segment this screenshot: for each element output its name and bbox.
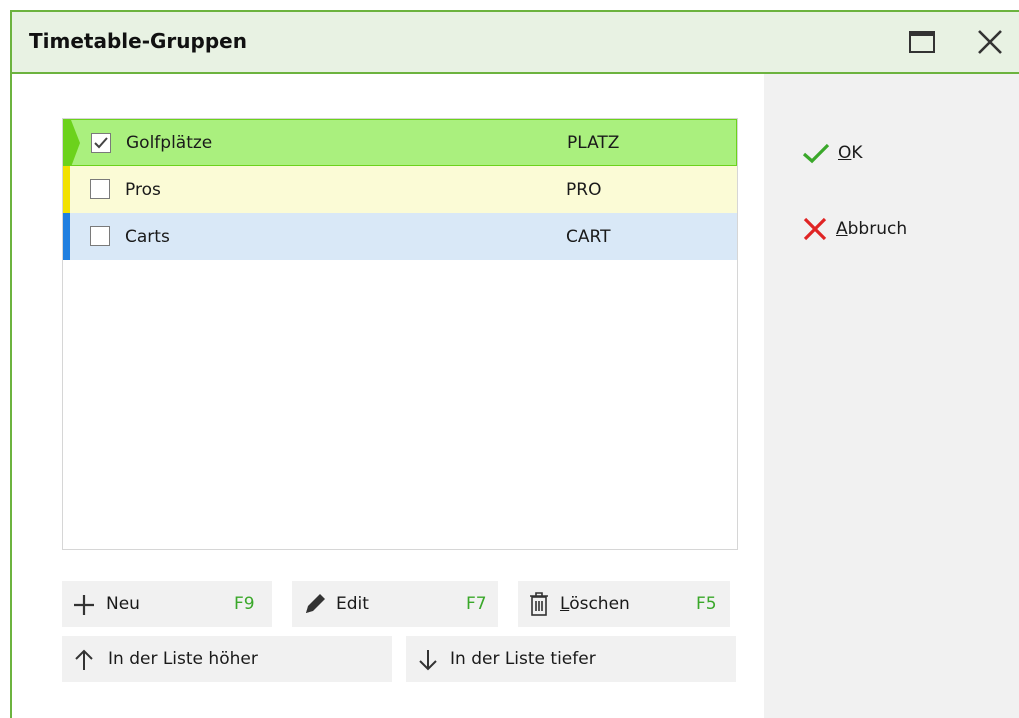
close-icon bbox=[978, 30, 1002, 54]
arrow-down-icon bbox=[419, 650, 437, 671]
ok-button-label: OK bbox=[838, 143, 863, 163]
color-marker bbox=[63, 213, 70, 260]
trash-icon bbox=[530, 592, 548, 616]
dialog-window: Timetable-Gruppen Golfplätze PLATZ Pros … bbox=[10, 10, 1019, 718]
move-up-button[interactable]: In der Liste höher bbox=[62, 636, 392, 682]
list-row-carts[interactable]: Carts CART bbox=[63, 213, 737, 260]
group-list[interactable]: Golfplätze PLATZ Pros PRO Carts CART bbox=[62, 118, 738, 550]
row-checkbox[interactable] bbox=[91, 133, 111, 153]
maximize-icon bbox=[909, 31, 935, 53]
row-name: Carts bbox=[125, 226, 170, 247]
ok-accel-letter: O bbox=[838, 143, 852, 163]
cancel-label-rest: bbruch bbox=[847, 219, 908, 239]
dialog-title: Timetable-Gruppen bbox=[29, 29, 247, 53]
row-code: PLATZ bbox=[567, 132, 620, 153]
cancel-accel-letter: A bbox=[836, 219, 848, 239]
list-row-golfplatze[interactable]: Golfplätze PLATZ bbox=[63, 119, 737, 167]
delete-button-label: Löschen bbox=[560, 594, 630, 614]
checkmark-icon bbox=[94, 137, 108, 149]
check-icon bbox=[802, 143, 830, 164]
arrow-up-icon bbox=[75, 649, 93, 670]
edit-button[interactable]: Edit F7 bbox=[292, 581, 498, 627]
edit-button-label: Edit bbox=[336, 594, 369, 614]
plus-icon bbox=[74, 595, 94, 615]
row-code: CART bbox=[566, 226, 611, 247]
close-button[interactable] bbox=[972, 24, 1008, 60]
row-checkbox[interactable] bbox=[90, 179, 110, 199]
color-marker bbox=[64, 120, 71, 165]
delete-accel-letter: L bbox=[560, 594, 570, 614]
pencil-icon bbox=[306, 594, 325, 613]
row-checkbox[interactable] bbox=[90, 226, 110, 246]
move-down-label: In der Liste tiefer bbox=[450, 649, 596, 669]
row-name: Golfplätze bbox=[126, 132, 213, 153]
selection-arrow-icon bbox=[71, 120, 80, 167]
row-code: PRO bbox=[566, 179, 602, 200]
side-panel: OK Abbruch bbox=[764, 74, 1019, 718]
ok-button[interactable]: OK bbox=[802, 138, 863, 168]
x-icon bbox=[803, 217, 827, 241]
new-button-label: Neu bbox=[106, 594, 140, 614]
cancel-button[interactable]: Abbruch bbox=[802, 214, 907, 244]
delete-button-shortcut: F5 bbox=[696, 594, 717, 614]
edit-button-shortcut: F7 bbox=[466, 594, 487, 614]
ok-label-rest: K bbox=[851, 143, 863, 163]
delete-button[interactable]: Löschen F5 bbox=[518, 581, 730, 627]
title-bar: Timetable-Gruppen bbox=[12, 12, 1019, 74]
color-marker bbox=[63, 166, 70, 213]
delete-label-rest: öschen bbox=[569, 594, 630, 614]
move-down-button[interactable]: In der Liste tiefer bbox=[406, 636, 736, 682]
row-name: Pros bbox=[125, 179, 161, 200]
list-row-pros[interactable]: Pros PRO bbox=[63, 166, 737, 213]
cancel-button-label: Abbruch bbox=[836, 219, 907, 239]
maximize-button[interactable] bbox=[904, 24, 940, 60]
move-up-label: In der Liste höher bbox=[108, 649, 258, 669]
new-button-shortcut: F9 bbox=[234, 594, 255, 614]
new-button[interactable]: Neu F9 bbox=[62, 581, 272, 627]
